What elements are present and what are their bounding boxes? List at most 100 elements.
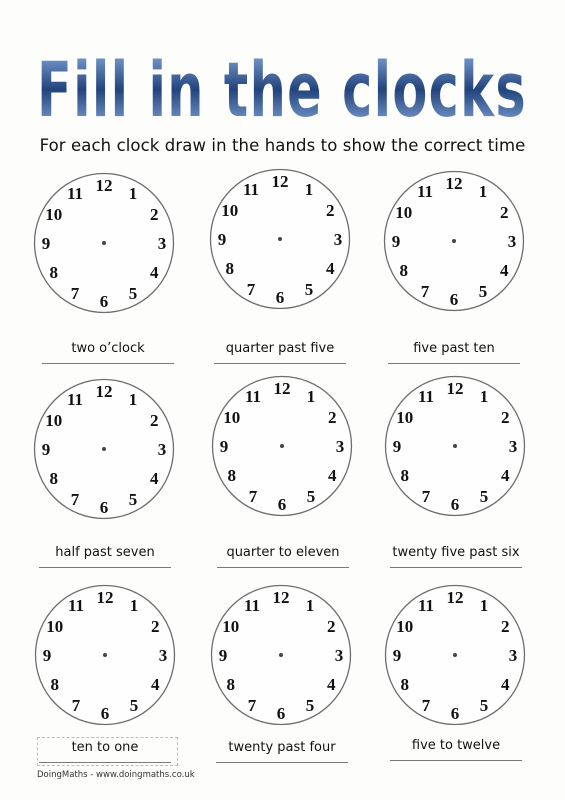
clock-numeral: 7 bbox=[421, 282, 430, 301]
time-label-text: five to twelve bbox=[411, 738, 501, 753]
clock-numeral: 10 bbox=[223, 408, 240, 427]
clock-numeral: 11 bbox=[418, 596, 434, 615]
clock-numeral: 1 bbox=[305, 180, 314, 199]
clock-numeral: 5 bbox=[480, 696, 489, 715]
clock-numeral: 1 bbox=[129, 184, 138, 203]
footer-credit: DoingMaths - www.doingmaths.co.uk bbox=[37, 770, 195, 780]
clock-numeral: 5 bbox=[129, 284, 138, 303]
clock-numeral: 12 bbox=[97, 588, 114, 607]
clock-face[interactable]: 12 1 2 3 4 5 6 7 8 9 10 11 bbox=[33, 172, 175, 314]
clock-center-dot bbox=[452, 239, 456, 243]
time-label-text: two o’clock bbox=[71, 341, 145, 356]
time-label[interactable]: five past ten bbox=[388, 338, 520, 368]
answer-line bbox=[39, 762, 171, 763]
clock-numeral: 9 bbox=[42, 440, 51, 459]
clock-numeral: 10 bbox=[45, 411, 62, 430]
clock-numeral: 11 bbox=[244, 596, 260, 615]
clock-numeral: 12 bbox=[447, 379, 464, 398]
clock-numeral: 12 bbox=[272, 172, 289, 191]
clock-numeral: 6 bbox=[451, 495, 460, 514]
clock-numeral: 8 bbox=[50, 469, 59, 488]
clock-numeral: 6 bbox=[276, 288, 285, 307]
clock-numeral: 11 bbox=[417, 182, 433, 201]
time-label[interactable]: quarter to eleven bbox=[217, 542, 349, 572]
clock-numeral: 4 bbox=[150, 263, 159, 282]
clock-numeral: 6 bbox=[451, 704, 460, 723]
clock-center-dot bbox=[453, 653, 457, 657]
answer-line bbox=[214, 363, 346, 364]
clock-numeral: 2 bbox=[501, 408, 510, 427]
clock-numeral: 4 bbox=[501, 675, 510, 694]
clock-numeral: 8 bbox=[51, 675, 60, 694]
clock-numeral: 2 bbox=[501, 617, 510, 636]
clock-numeral: 9 bbox=[43, 646, 52, 665]
clock-numeral: 1 bbox=[479, 182, 488, 201]
clock-svg: 12 12 3 45 6 78 9 10 11 bbox=[384, 584, 526, 726]
time-label-text: twenty past four bbox=[228, 740, 336, 755]
clock-numeral: 8 bbox=[50, 263, 59, 282]
clock-face[interactable]: 12 1 2 3 4 5 6 7 8 9 10 11 bbox=[383, 170, 525, 312]
clock-numeral: 9 bbox=[42, 234, 51, 253]
clock-face[interactable]: 12 1 2 3 4 5 6 7 8 9 10 11 bbox=[210, 584, 352, 726]
clock-numeral: 1 bbox=[307, 387, 316, 406]
clock-numeral: 2 bbox=[150, 205, 159, 224]
clock-numeral: 12 bbox=[273, 588, 290, 607]
clock-numeral: 4 bbox=[326, 259, 335, 278]
clock-face[interactable]: 12 1 2 3 4 5 6 7 8 9 10 11 bbox=[384, 584, 526, 726]
time-label[interactable]: twenty five past six bbox=[390, 542, 522, 572]
answer-line bbox=[42, 363, 174, 364]
clock-numeral: 5 bbox=[306, 696, 315, 715]
time-label-text: quarter to eleven bbox=[226, 545, 340, 560]
time-label[interactable]: two o’clock bbox=[42, 338, 174, 368]
clock-numeral: 10 bbox=[396, 408, 413, 427]
clock-numeral: 10 bbox=[395, 203, 412, 222]
clock-numeral: 5 bbox=[480, 487, 489, 506]
time-label-text: quarter past five bbox=[225, 341, 335, 356]
clock-numeral: 9 bbox=[220, 437, 229, 456]
clock-numeral: 1 bbox=[480, 596, 489, 615]
clock-svg: 12 12 3 45 6 78 9 10 11 bbox=[210, 584, 352, 726]
clock-numeral: 3 bbox=[508, 232, 517, 251]
answer-line bbox=[390, 567, 522, 568]
clock-numeral: 1 bbox=[129, 390, 138, 409]
clock-numeral: 11 bbox=[67, 184, 83, 203]
clock-numeral: 10 bbox=[46, 617, 63, 636]
clock-numeral: 4 bbox=[327, 675, 336, 694]
clock-numeral: 7 bbox=[71, 490, 80, 509]
time-label-text: ten to one bbox=[71, 740, 139, 755]
clock-numeral: 9 bbox=[393, 437, 402, 456]
clock-numeral: 6 bbox=[100, 292, 109, 311]
clock-numeral: 4 bbox=[328, 466, 337, 485]
clock-numeral: 7 bbox=[249, 487, 258, 506]
time-label-text: twenty five past six bbox=[392, 545, 520, 560]
clock-numeral: 7 bbox=[247, 280, 256, 299]
clock-numeral: 8 bbox=[401, 675, 410, 694]
clock-numeral: 11 bbox=[68, 596, 84, 615]
clock-center-dot bbox=[280, 444, 284, 448]
clock-numeral: 11 bbox=[245, 387, 261, 406]
title-text: Fill in the clocks bbox=[37, 45, 527, 134]
clock-numeral: 11 bbox=[67, 390, 83, 409]
time-label[interactable]: twenty past four bbox=[216, 737, 348, 767]
time-label[interactable]: five to twelve bbox=[390, 735, 522, 765]
clock-svg: 12 12 3 45 6 78 9 10 11 bbox=[209, 168, 351, 310]
clock-face[interactable]: 12 1 2 3 4 5 6 7 8 9 10 11 bbox=[384, 375, 526, 517]
clock-numeral: 7 bbox=[248, 696, 257, 715]
clock-face[interactable]: 12 1 2 3 4 5 6 7 8 9 10 11 bbox=[34, 584, 176, 726]
clock-numeral: 8 bbox=[227, 675, 236, 694]
clock-svg: 12 12 3 45 6 78 9 10 11 bbox=[384, 375, 526, 517]
clock-numeral: 6 bbox=[100, 498, 109, 517]
time-label[interactable]: quarter past five bbox=[214, 338, 346, 368]
clock-numeral: 3 bbox=[509, 646, 518, 665]
answer-line bbox=[390, 760, 522, 761]
clock-numeral: 5 bbox=[479, 282, 488, 301]
clock-face[interactable]: 12 1 2 3 4 5 6 7 8 9 10 11 bbox=[33, 378, 175, 520]
clock-face[interactable]: 12 1 2 3 4 5 6 7 8 9 10 11 bbox=[209, 168, 351, 310]
time-label[interactable]: ten to one bbox=[39, 737, 171, 767]
clock-numeral: 3 bbox=[158, 440, 167, 459]
time-label[interactable]: half past seven bbox=[39, 542, 171, 572]
clock-face[interactable]: 12 1 2 3 4 5 6 7 8 9 10 11 bbox=[211, 375, 353, 517]
clock-numeral: 7 bbox=[72, 696, 81, 715]
clock-numeral: 2 bbox=[326, 201, 335, 220]
clock-numeral: 9 bbox=[218, 230, 227, 249]
